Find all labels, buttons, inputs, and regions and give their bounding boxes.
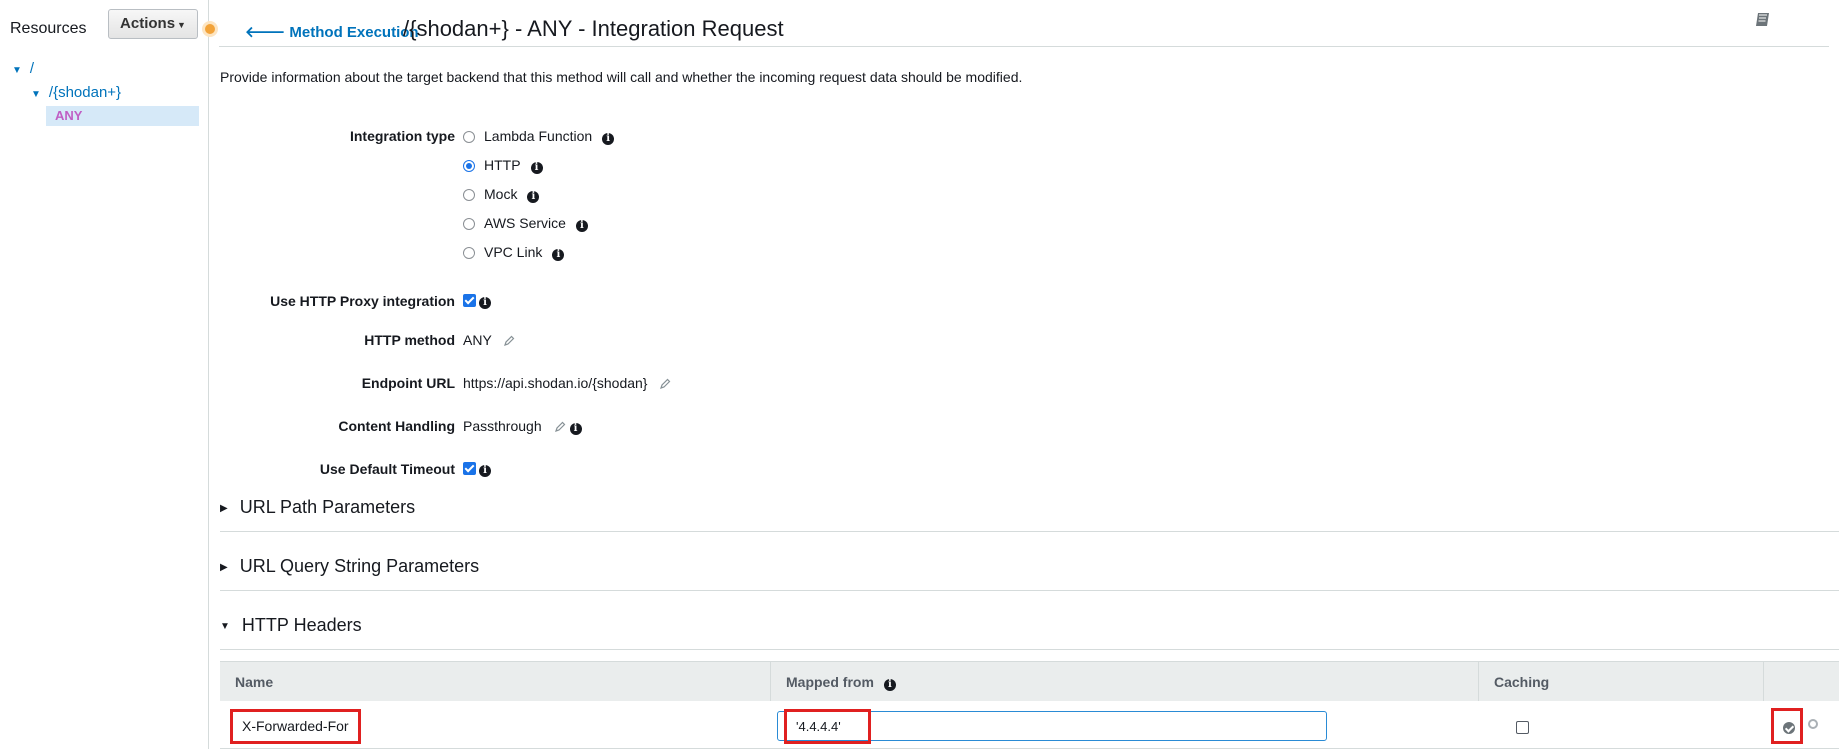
info-icon[interactable]: i xyxy=(530,162,543,174)
tree-item-label: / xyxy=(29,60,35,77)
content-handling-group: Passthrough i xyxy=(463,418,582,435)
resources-panel: Resources Actions ▼ ▼ / ▼/{shodan+} ANY xyxy=(0,0,218,749)
caching-checkbox[interactable] xyxy=(1516,721,1529,734)
column-label: Mapped from xyxy=(786,674,874,690)
radio-label: AWS Service xyxy=(484,215,566,231)
section-url-path-parameters[interactable]: ▶ URL Path Parameters xyxy=(220,497,1839,532)
check-circle-icon xyxy=(1783,722,1795,734)
book-icon[interactable] xyxy=(1753,10,1773,30)
radio-mock[interactable]: Mock i xyxy=(463,186,540,203)
radio-label: VPC Link xyxy=(484,244,543,260)
content-handling-label: Content Handling xyxy=(338,418,455,434)
radio-button[interactable] xyxy=(463,218,475,230)
radio-button[interactable] xyxy=(463,189,475,201)
endpoint-url-value: https://api.shodan.io/{shodan} xyxy=(463,375,648,391)
info-icon[interactable]: i xyxy=(602,133,615,145)
back-link-label: Method Execution xyxy=(289,24,419,41)
pencil-icon[interactable] xyxy=(554,421,566,433)
column-header-caching: Caching xyxy=(1479,662,1764,702)
info-icon[interactable]: i xyxy=(552,249,565,261)
radio-button[interactable] xyxy=(463,247,475,259)
section-url-query-string-parameters[interactable]: ▶ URL Query String Parameters xyxy=(220,556,1839,591)
radio-button-selected[interactable] xyxy=(463,160,475,172)
radio-http[interactable]: HTTP i xyxy=(463,157,543,174)
page-header: 🡐 Method Execution /{shodan+} - ANY - In… xyxy=(219,0,1829,47)
radio-label: Mock xyxy=(484,186,518,202)
radio-button[interactable] xyxy=(463,131,475,143)
info-icon[interactable]: i xyxy=(883,679,896,691)
tree-item-any[interactable]: ANY xyxy=(46,106,199,126)
radio-label: Lambda Function xyxy=(484,128,593,144)
content-handling-value: Passthrough xyxy=(463,418,542,434)
tree-item-label: /{shodan+} xyxy=(48,84,122,101)
caret-right-icon: ▶ xyxy=(220,503,228,514)
main-panel: 🡐 Method Execution /{shodan+} - ANY - In… xyxy=(209,0,1839,749)
info-icon[interactable]: i xyxy=(479,465,491,477)
proxy-integration-control: i xyxy=(463,292,491,309)
integration-type-label: Integration type xyxy=(349,128,455,144)
default-timeout-control: i xyxy=(463,460,491,477)
timeout-checkbox[interactable] xyxy=(463,462,476,475)
radio-aws-service[interactable]: AWS Service i xyxy=(463,215,588,232)
http-method-value: ANY xyxy=(463,332,492,348)
arrow-left-icon: 🡐 xyxy=(245,24,286,41)
mapped-from-value[interactable]: '4.4.4.4' xyxy=(784,709,871,744)
default-timeout-label: Use Default Timeout xyxy=(319,461,455,477)
radio-label: HTTP xyxy=(484,157,521,173)
caret-down-icon: ▼ xyxy=(177,20,186,30)
info-icon[interactable]: i xyxy=(575,220,588,232)
page-title: /{shodan+} - ANY - Integration Request xyxy=(403,16,784,41)
radio-vpc-link[interactable]: VPC Link i xyxy=(463,244,565,261)
proxy-checkbox[interactable] xyxy=(463,294,476,307)
expand-triangle-icon[interactable]: ▼ xyxy=(31,89,41,100)
save-row-button[interactable] xyxy=(1771,708,1803,744)
method-execution-link[interactable]: 🡐 Method Execution xyxy=(245,22,419,41)
column-header-mapped-from: Mapped from i xyxy=(771,662,1479,702)
column-header-name: Name xyxy=(220,662,771,702)
info-icon[interactable]: i xyxy=(479,297,491,309)
expand-triangle-icon[interactable]: ▼ xyxy=(12,65,22,76)
header-name-cell[interactable]: X-Forwarded-For xyxy=(230,709,361,744)
section-title: URL Path Parameters xyxy=(239,497,416,517)
actions-label: Actions xyxy=(120,15,176,32)
section-http-headers[interactable]: ▼ HTTP Headers xyxy=(220,615,1839,650)
cancel-icon[interactable] xyxy=(1808,719,1818,729)
actions-button[interactable]: Actions ▼ xyxy=(108,9,198,39)
table-row: X-Forwarded-For '4.4.4.4' xyxy=(220,701,1839,749)
tree-item-root[interactable]: ▼ / xyxy=(12,60,34,77)
caret-right-icon: ▶ xyxy=(220,562,228,573)
endpoint-url-label: Endpoint URL xyxy=(361,375,455,391)
info-icon[interactable]: i xyxy=(569,423,582,435)
section-title: HTTP Headers xyxy=(241,615,362,635)
pencil-icon[interactable] xyxy=(503,335,515,347)
http-method-value-group: ANY xyxy=(463,332,515,348)
tree-item-shodan[interactable]: ▼ /{shodan+} xyxy=(31,84,121,101)
proxy-integration-label: Use HTTP Proxy integration xyxy=(270,293,455,309)
pencil-icon[interactable] xyxy=(659,378,671,390)
caret-down-icon: ▼ xyxy=(220,621,230,632)
http-method-label: HTTP method xyxy=(364,332,455,348)
resources-title: Resources xyxy=(10,20,87,37)
endpoint-url-group: https://api.shodan.io/{shodan} xyxy=(463,375,671,391)
page-description: Provide information about the target bac… xyxy=(220,69,1023,85)
radio-lambda[interactable]: Lambda Function i xyxy=(463,128,615,145)
headers-table-header: Name Mapped from i Caching xyxy=(220,661,1839,703)
info-icon[interactable]: i xyxy=(527,191,540,203)
section-title: URL Query String Parameters xyxy=(239,556,480,576)
column-header-actions xyxy=(1764,662,1839,702)
